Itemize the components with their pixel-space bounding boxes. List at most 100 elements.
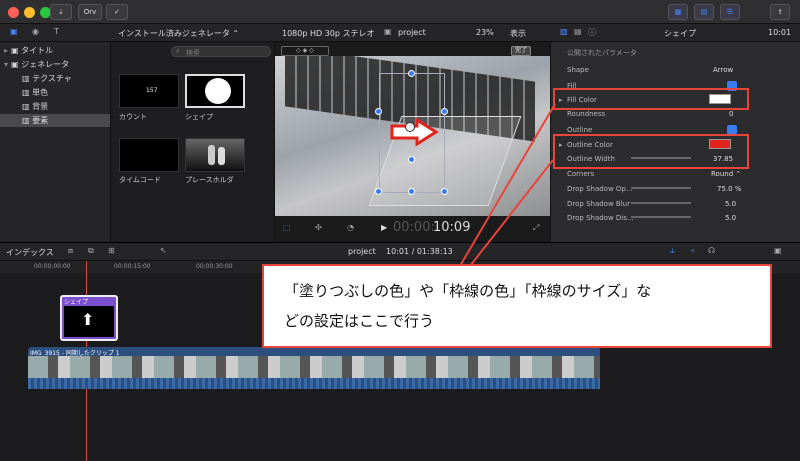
circle-shape-preview — [205, 78, 231, 104]
filmstrip-icon[interactable]: ▤ — [574, 27, 582, 36]
sidebar-item-elements[interactable]: ▥ 要素 — [0, 114, 110, 127]
roundness-value[interactable]: 0 — [729, 110, 733, 118]
generator-menu[interactable]: インストール済みジェネレータ ⌃ — [118, 28, 239, 39]
playback-bar: ⬚ ✣ ◔ ▶ 00:00: 10:09 ⤢ — [275, 216, 551, 242]
corners-value[interactable]: Round ⌃ — [711, 170, 741, 178]
section-header: 公開されたパラメータ — [567, 49, 637, 57]
video-frame[interactable] — [275, 56, 551, 216]
transform-icon[interactable]: ✣ — [315, 223, 322, 232]
param-label: Drop Shadow Dis... — [567, 214, 634, 222]
drop-shadow-opacity-slider[interactable] — [631, 187, 691, 189]
param-label: Drop Shadow Op... — [567, 185, 633, 193]
sidebar-item-solids[interactable]: ▥ 単色 — [0, 86, 110, 99]
param-label: Outline — [567, 126, 593, 134]
resize-handle[interactable] — [408, 188, 415, 195]
generator-thumb-count[interactable]: 157 — [119, 74, 179, 108]
folder-icon: ▥ — [22, 74, 30, 83]
insert-icon[interactable]: ⊞ — [108, 246, 115, 255]
clip-appearance-icon[interactable]: ⧈ — [68, 246, 73, 256]
audio-skimming-icon[interactable]: ⫞ — [690, 246, 694, 256]
viewer: ◇ ◈ ◇ 完了 ⬚ ✣ ◔ ▶ 00:00: 10:09 ⤢ — [274, 42, 551, 242]
sidebar-item-backgrounds[interactable]: ▥ 背景 — [0, 100, 110, 113]
generator-thumb-timecode[interactable] — [119, 138, 179, 172]
clapper-icon: ▣ — [384, 27, 392, 36]
done-button[interactable]: 完了 — [511, 46, 531, 56]
drop-shadow-blur-slider[interactable] — [631, 202, 691, 204]
keyword-button[interactable]: Orv — [78, 4, 102, 20]
resize-handle[interactable] — [441, 108, 448, 115]
sidebar-item-label: 要素 — [32, 116, 49, 125]
sidebar-item-label: 背景 — [32, 102, 49, 111]
sidebar-item-textures[interactable]: ▥ テクスチャ — [0, 72, 110, 85]
resize-handle[interactable] — [375, 188, 382, 195]
callout-line-1: 「塗りつぶしの色」や「枠線の色」「枠線のサイズ」な — [284, 282, 652, 300]
libraries-icon[interactable]: ▣ — [10, 27, 18, 36]
shape-value[interactable]: Arrow — [713, 66, 733, 74]
thumb-label: カウント — [119, 113, 147, 121]
generator-thumb-placeholder[interactable] — [185, 138, 245, 172]
resize-handle[interactable] — [375, 108, 382, 115]
zoom-menu[interactable]: 23% — [476, 28, 494, 37]
ruler-tick-label: 00:00:00:00 — [34, 263, 71, 270]
param-label: Shape — [567, 66, 589, 74]
info-icon[interactable]: ⓘ — [588, 27, 596, 38]
person-silhouette — [208, 145, 215, 165]
crop-icon[interactable]: ⬚ — [283, 223, 291, 232]
inspector: 公開されたパラメータ Shape Arrow Fill Fill Color ▸… — [550, 42, 800, 242]
timeline-icon: ▤ — [700, 8, 708, 16]
index-button[interactable]: インデックス — [6, 247, 54, 258]
sidebar-item-generators[interactable]: ▾ ▣ ジェネレータ — [0, 58, 110, 71]
effects-browser-icon[interactable]: ▣ — [774, 246, 782, 255]
sidebar-item-titles[interactable]: ▸ ▣ タイトル — [0, 44, 110, 57]
connect-icon[interactable]: ⧉ — [88, 246, 94, 256]
shape-clip[interactable]: シェイプ ⬆ — [60, 295, 118, 341]
speed-icon[interactable]: ◔ — [347, 223, 354, 232]
clip-label: シェイプ — [64, 299, 89, 306]
person-silhouette — [218, 147, 225, 165]
background-tasks-button[interactable]: ✓ — [106, 4, 128, 20]
drop-shadow-distance-value[interactable]: 5.0 — [725, 214, 736, 222]
search-input[interactable]: ⌕ 検索 — [171, 46, 271, 57]
resize-handle[interactable] — [408, 156, 415, 163]
timecode: 10:09 — [433, 220, 471, 235]
photos-icon[interactable]: ◉ — [32, 27, 39, 36]
sidebar-item-label: タイトル — [21, 46, 54, 55]
folder-icon: ▥ — [22, 88, 30, 97]
headphones-icon[interactable]: ☊ — [708, 246, 715, 255]
close-window-button[interactable] — [8, 7, 19, 18]
play-icon[interactable]: ▶ — [381, 223, 387, 232]
sidebar-item-label: 単色 — [32, 88, 49, 97]
show-inspector-button[interactable]: ☰ — [720, 4, 740, 20]
folder-icon: ▥ — [22, 102, 30, 111]
fullscreen-icon[interactable]: ⤢ — [533, 223, 539, 233]
search-placeholder: 検索 — [186, 49, 200, 57]
transform-controls[interactable]: ◇ ◈ ◇ — [281, 46, 329, 56]
skimming-icon[interactable]: ⫝ — [670, 246, 675, 256]
count-preview-text: 157 — [146, 87, 158, 94]
share-button[interactable]: ⇪ — [770, 4, 790, 20]
center-handle[interactable] — [405, 122, 415, 132]
titles-icon[interactable]: T — [54, 27, 59, 36]
video-clip[interactable]: IMG_3915 - 同期したクリップ 1 — [28, 347, 600, 389]
show-browser-button[interactable]: ▦ — [668, 4, 688, 20]
resize-handle[interactable] — [408, 70, 415, 77]
arrow-shape[interactable] — [389, 118, 439, 146]
import-button[interactable]: ⇣ — [50, 4, 72, 20]
show-timeline-button[interactable]: ▤ — [694, 4, 714, 20]
disclosure-icon[interactable]: ▾ — [4, 60, 8, 69]
view-menu[interactable]: 表示 — [510, 28, 526, 39]
drop-shadow-blur-value[interactable]: 5.0 — [725, 200, 736, 208]
minimize-window-button[interactable] — [24, 7, 35, 18]
secondary-toolbar: ▣ ◉ T インストール済みジェネレータ ⌃ 1080p HD 30p ステレオ… — [0, 24, 800, 42]
generator-thumb-shape[interactable] — [185, 74, 245, 108]
select-tool-icon[interactable]: ↖ — [160, 246, 167, 255]
resize-handle[interactable] — [441, 188, 448, 195]
inspector-timecode: 10:01 — [768, 28, 792, 37]
thumb-label: シェイプ — [185, 113, 213, 121]
drop-shadow-opacity-value[interactable]: 75.0 % — [717, 185, 741, 193]
video-inspector-icon[interactable]: ▧ — [560, 27, 568, 36]
drop-shadow-distance-slider[interactable] — [631, 216, 691, 218]
thumb-label: プレースホルダ — [185, 176, 234, 184]
clip-thumbnail: ⬆ — [64, 306, 114, 337]
disclosure-icon[interactable]: ▸ — [4, 46, 8, 55]
